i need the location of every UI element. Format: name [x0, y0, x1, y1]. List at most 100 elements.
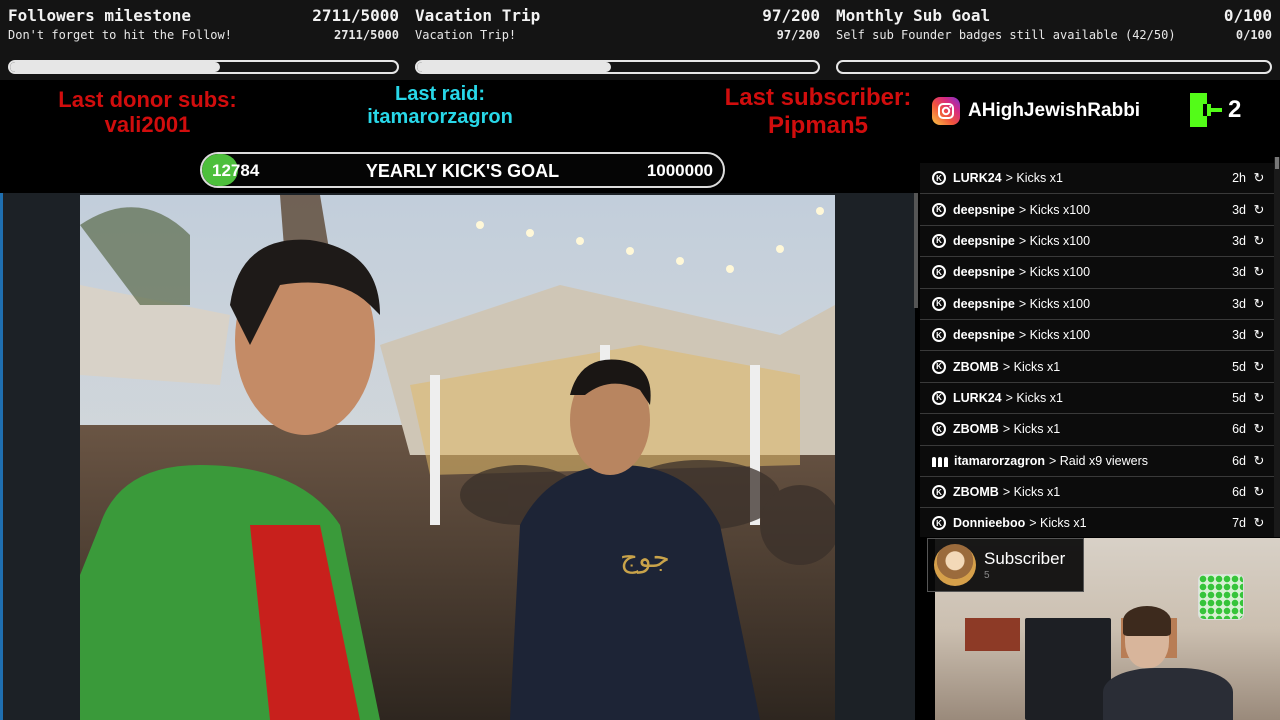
event-time: 2h: [1232, 171, 1246, 186]
event-row[interactable]: Kdeepsnipe > Kicks x100 3d ↻: [920, 257, 1274, 289]
goal-progress-fill: [10, 62, 220, 72]
event-user: deepsnipe: [953, 202, 1015, 217]
event-user: Donnieeboo: [953, 516, 1026, 531]
event-time: 3d: [1232, 265, 1246, 280]
event-user: deepsnipe: [953, 265, 1015, 280]
replay-icon[interactable]: ↻: [1252, 202, 1266, 218]
event-action: > Kicks x1: [1005, 171, 1063, 186]
raid-icon: [932, 455, 948, 467]
event-row[interactable]: itamarorzagron > Raid x9 viewers 6d ↻: [920, 445, 1274, 477]
event-row[interactable]: K ZBOMB > Kicks x1 6d ↻: [920, 414, 1274, 446]
wall-poster: [965, 618, 1020, 651]
replay-icon[interactable]: ↻: [1252, 484, 1266, 500]
monthly-sub-goal: Monthly Sub Goal 0/100 Self sub Founder b…: [828, 0, 1280, 80]
event-row[interactable]: Kdeepsnipe > Kicks x100 3d ↻: [920, 194, 1274, 226]
goal-title: Followers milestone: [8, 6, 192, 25]
goal-subcount: 2711/5000: [333, 28, 399, 42]
event-action: > Kicks x100: [1018, 233, 1091, 248]
last-subscriber-name: Pipman5: [767, 111, 869, 139]
event-time: 3d: [1232, 328, 1246, 343]
goal-count: 0/100: [1223, 6, 1272, 25]
event-row[interactable]: Kdeepsnipe > Kicks x100 3d ↻: [920, 319, 1274, 352]
instagram-name: AHighJewishRabbi: [968, 100, 1141, 121]
event-user: LURK24: [953, 171, 1002, 186]
replay-icon[interactable]: ↻: [1252, 359, 1266, 375]
event-action: > Kicks x1: [1029, 516, 1087, 531]
kick-icon: K: [932, 265, 946, 280]
events-scrollbar[interactable]: [1274, 157, 1280, 537]
replay-icon[interactable]: ↻: [1252, 264, 1266, 280]
replay-icon[interactable]: ↻: [1252, 170, 1266, 186]
event-time: 7d: [1232, 516, 1246, 531]
goal-progress-fill: [417, 62, 612, 72]
replay-icon[interactable]: ↻: [1252, 453, 1266, 469]
last-raid-name: itamarorzagron: [367, 106, 513, 128]
event-row[interactable]: K Donnieeboo > Kicks x1 7d ↻: [920, 508, 1274, 537]
event-user: ZBOMB: [953, 485, 999, 500]
last-subscriber-title: Last subscriber:: [724, 84, 912, 111]
event-time: 6d: [1232, 422, 1246, 437]
event-user: deepsnipe: [953, 328, 1015, 343]
side-divider: [914, 193, 918, 308]
yearly-goal-target: 1000000: [646, 161, 713, 180]
followers-goal: Followers milestone 2711/5000 Don't forge…: [0, 0, 407, 80]
replay-icon[interactable]: ↻: [1252, 233, 1266, 249]
event-time: 5d: [1232, 390, 1246, 405]
event-time: 3d: [1232, 202, 1246, 217]
event-action: > Kicks x100: [1018, 202, 1091, 217]
event-user: itamarorzagron: [954, 453, 1045, 468]
event-action: > Kicks x1: [1005, 390, 1063, 405]
wall-tapestry: [1025, 618, 1111, 720]
event-user: LURK24: [953, 390, 1002, 405]
replay-icon[interactable]: ↻: [1252, 421, 1266, 437]
video-edge-divider: [0, 193, 3, 720]
goal-progress-bar: [415, 60, 820, 74]
instagram-icon: [932, 97, 960, 125]
event-user: ZBOMB: [953, 359, 999, 374]
kick-icon: K: [932, 485, 946, 500]
event-time: 6d: [1232, 453, 1246, 468]
kick-icon: K: [932, 233, 946, 248]
event-row[interactable]: K LURK24 > Kicks x1 2h ↻: [920, 163, 1274, 195]
event-action: > Kicks x100: [1018, 265, 1091, 280]
event-user: deepsnipe: [953, 296, 1015, 311]
goal-subcount: 97/200: [776, 28, 820, 42]
goal-subtitle: Vacation Trip!: [415, 28, 517, 42]
goal-progress-bar: [836, 60, 1272, 74]
yearly-goal-label: YEARLY KICK'S GOAL: [365, 161, 560, 181]
event-row[interactable]: Kdeepsnipe > Kicks x100 3d ↻: [920, 225, 1274, 258]
event-row[interactable]: K LURK24 > Kicks x1 5d ↻: [920, 382, 1274, 415]
event-action: > Kicks x1: [1002, 485, 1061, 500]
subscriber-alert-title: Subscriber: [984, 549, 1066, 568]
replay-icon[interactable]: ↻: [1252, 515, 1266, 531]
event-time: 6d: [1232, 485, 1246, 500]
last-subscriber: Last subscriber: Pipman5: [705, 84, 931, 139]
vacation-goal: Vacation Trip 97/200 Vacation Trip! 97/200: [407, 0, 828, 80]
kick-icon: K: [932, 296, 946, 311]
event-action: > Kicks x1: [1002, 422, 1061, 437]
goal-title: Vacation Trip: [415, 6, 541, 25]
event-row[interactable]: K ZBOMB > Kicks x1 6d ↻: [920, 476, 1274, 509]
recent-events-list[interactable]: K LURK24 > Kicks x1 2h ↻ Kdeepsnipe > Kicks x1…: [920, 163, 1274, 537]
event-row[interactable]: Kdeepsnipe > Kicks x100 3d ↻: [920, 288, 1274, 320]
subscriber-avatar: [934, 544, 976, 586]
kick-icon: K: [932, 171, 946, 186]
last-donor-name: vali2001: [104, 112, 191, 138]
green-lamp: [1198, 574, 1244, 620]
replay-icon[interactable]: ↻: [1252, 390, 1266, 406]
goal-count: 97/200: [762, 6, 820, 25]
main-video-frame: جوج: [80, 195, 835, 720]
kick-count-value: 2: [1228, 96, 1242, 123]
event-row[interactable]: K ZBOMB > Kicks x1 5d ↻: [920, 351, 1274, 383]
replay-icon[interactable]: ↻: [1252, 296, 1266, 312]
replay-icon[interactable]: ↻: [1252, 327, 1266, 343]
events-scrollbar-thumb[interactable]: [1275, 157, 1279, 169]
event-action: > Kicks x100: [1018, 328, 1091, 343]
kick-logo-icon: [1190, 93, 1222, 127]
goal-count: 2711/5000: [312, 6, 399, 25]
goal-subtitle: Self sub Founder badges still available …: [836, 28, 1176, 42]
svg-text:جوج: جوج: [620, 541, 670, 574]
kick-viewer-count: 2: [1190, 93, 1241, 127]
goal-subtitle: Don't forget to hit the Follow!: [8, 28, 232, 42]
event-user: deepsnipe: [953, 233, 1015, 248]
